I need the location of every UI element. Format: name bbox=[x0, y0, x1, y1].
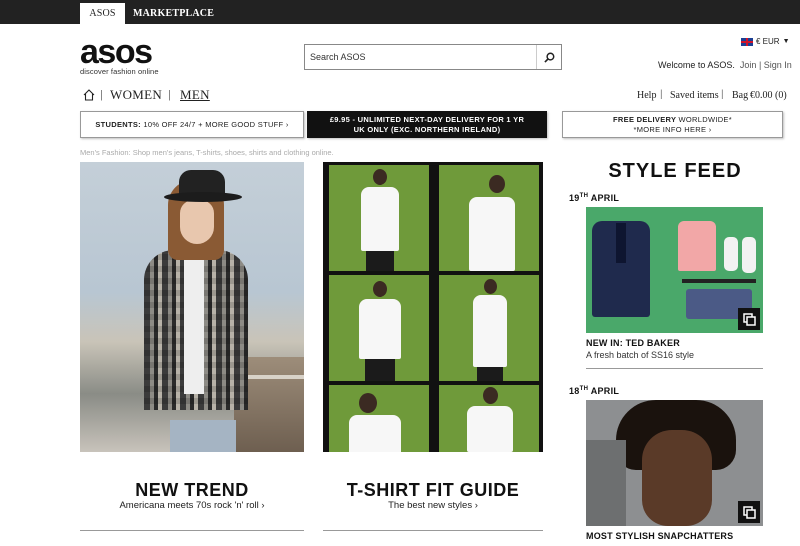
search-box bbox=[304, 44, 562, 70]
home-icon[interactable] bbox=[83, 88, 95, 106]
bag-total[interactable]: €0.00 (0) bbox=[750, 90, 787, 101]
feed-date: 18TH APRIL bbox=[569, 386, 619, 396]
feed-heading-snapchatters[interactable]: MOST STYLISH SNAPCHATTERS bbox=[586, 531, 733, 541]
divider bbox=[80, 530, 304, 531]
tab-asos[interactable]: ASOS bbox=[80, 3, 125, 24]
account-welcome: Welcome to ASOS. Join | Sign In bbox=[658, 60, 792, 70]
saved-items-link[interactable]: Saved items bbox=[670, 90, 719, 101]
feed-subtitle-ted-baker: A fresh batch of SS16 style bbox=[586, 350, 695, 360]
top-bar: ASOS MARKETPLACE bbox=[0, 0, 800, 24]
sign-in-link[interactable]: Sign In bbox=[764, 60, 792, 70]
main-nav: | WOMEN | MEN Help | Saved items | Bag €… bbox=[80, 87, 790, 105]
divider bbox=[586, 368, 763, 369]
nav-divider: | bbox=[100, 89, 103, 101]
nav-divider: | bbox=[660, 89, 663, 100]
divider bbox=[323, 530, 543, 531]
feed-date-month: APRIL bbox=[590, 193, 620, 203]
join-link[interactable]: Join bbox=[740, 60, 757, 70]
gallery-icon[interactable] bbox=[738, 308, 760, 330]
feature-title-fit-guide[interactable]: T-SHIRT FIT GUIDE bbox=[323, 480, 543, 501]
search-icon bbox=[543, 52, 554, 63]
bag-link[interactable]: Bag bbox=[732, 90, 748, 101]
feed-date-suffix: TH bbox=[579, 193, 589, 199]
feed-date: 19TH APRIL bbox=[569, 193, 619, 203]
help-link[interactable]: Help bbox=[637, 90, 656, 101]
promo-students[interactable]: STUDENTS: 10% OFF 24/7 + MORE GOOD STUFF… bbox=[80, 111, 304, 138]
promo-delivery-line2: UK ONLY (EXC. NORTHERN IRELAND) bbox=[353, 124, 501, 134]
feed-date-suffix: TH bbox=[579, 386, 589, 392]
feed-date-day: 18 bbox=[569, 386, 580, 396]
new-trend-image[interactable] bbox=[80, 162, 304, 452]
tab-marketplace[interactable]: MARKETPLACE bbox=[133, 3, 214, 24]
caret-down-icon: ▼ bbox=[782, 38, 790, 45]
feed-date-day: 19 bbox=[569, 193, 580, 203]
welcome-text: Welcome to ASOS. bbox=[658, 60, 735, 70]
tshirt-fit-guide-image[interactable] bbox=[323, 162, 543, 452]
asos-logo[interactable]: asos discover fashion online bbox=[80, 33, 159, 76]
nav-divider: | bbox=[721, 89, 724, 100]
currency-label: € EUR bbox=[756, 37, 780, 46]
logo-wordmark: asos bbox=[80, 33, 153, 71]
search-button[interactable] bbox=[536, 45, 561, 69]
logo-tagline: discover fashion online bbox=[80, 67, 159, 76]
promo-free-delivery-light: WORLDWIDE* bbox=[678, 114, 732, 124]
feature-title-new-trend[interactable]: NEW TREND bbox=[80, 480, 304, 501]
nav-divider: | bbox=[168, 89, 171, 101]
uk-flag-icon bbox=[741, 37, 753, 46]
promo-students-text: 10% OFF 24/7 + MORE GOOD STUFF › bbox=[143, 119, 289, 129]
style-feed-title: STYLE FEED bbox=[608, 160, 742, 182]
feature-subtitle-new-trend[interactable]: Americana meets 70s rock 'n' roll › bbox=[80, 500, 304, 511]
promo-free-delivery[interactable]: FREE DELIVERY WORLDWIDE* *MORE INFO HERE… bbox=[562, 111, 783, 138]
feed-image-ted-baker[interactable] bbox=[586, 207, 763, 333]
promo-free-delivery-bold: FREE DELIVERY bbox=[613, 114, 677, 124]
search-input[interactable] bbox=[305, 45, 533, 69]
currency-selector[interactable]: € EUR ▼ bbox=[741, 37, 790, 46]
promo-students-bold: STUDENTS: bbox=[95, 119, 141, 129]
promo-delivery-line1: £9.95 - UNLIMITED NEXT-DAY DELIVERY FOR … bbox=[329, 114, 525, 124]
feed-date-month: APRIL bbox=[590, 386, 620, 396]
promo-delivery[interactable]: £9.95 - UNLIMITED NEXT-DAY DELIVERY FOR … bbox=[307, 111, 547, 138]
nav-women[interactable]: WOMEN bbox=[110, 87, 162, 103]
seo-text: Men's Fashion: Shop men's jeans, T-shirt… bbox=[80, 148, 334, 157]
promo-free-delivery-line2: *MORE INFO HERE › bbox=[633, 124, 712, 134]
gallery-icon[interactable] bbox=[738, 501, 760, 523]
feed-heading-ted-baker[interactable]: NEW IN: TED BAKER bbox=[586, 338, 680, 348]
feed-image-snapchatters[interactable] bbox=[586, 400, 763, 526]
feature-subtitle-fit-guide[interactable]: The best new styles › bbox=[323, 500, 543, 511]
nav-men[interactable]: MEN bbox=[180, 87, 210, 103]
